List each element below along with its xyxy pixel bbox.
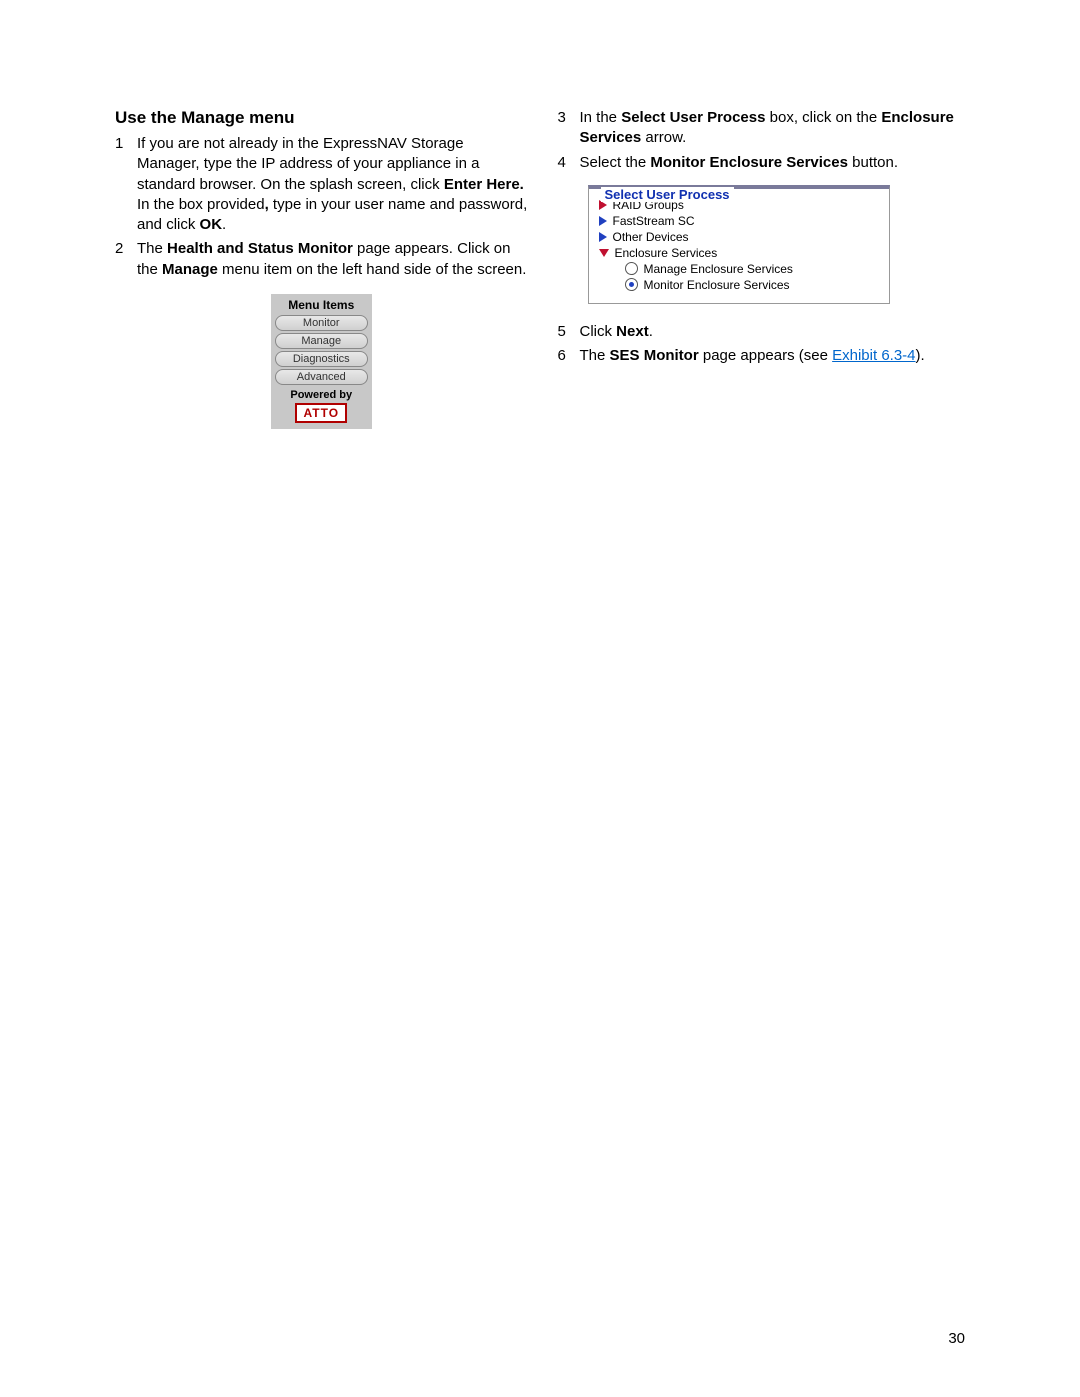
- step-text: Click Next.: [580, 322, 971, 342]
- radio-label: Monitor Enclosure Services: [644, 278, 790, 292]
- text: .: [649, 323, 653, 340]
- page-body: Use the Manage menu 1 If you are not alr…: [0, 0, 1080, 429]
- step-number: 3: [558, 108, 580, 149]
- select-user-process-figure: Select User Process RAID Groups FastStre…: [588, 185, 890, 304]
- step-5: 5 Click Next.: [558, 322, 971, 342]
- menu-item-advanced[interactable]: Advanced: [275, 369, 368, 385]
- steps-right-a: 3 In the Select User Process box, click …: [558, 108, 971, 173]
- bold-text: Enter Here.: [444, 176, 524, 193]
- menu-items-header: Menu Items: [274, 298, 369, 312]
- text: menu item on the left hand side of the s…: [218, 261, 527, 278]
- step-3: 3 In the Select User Process box, click …: [558, 108, 971, 149]
- step-number: 5: [558, 322, 580, 342]
- text: arrow.: [641, 129, 686, 146]
- bold-text: Health and Status Monitor: [167, 240, 353, 257]
- text: button.: [848, 154, 898, 171]
- text: Click: [580, 323, 617, 340]
- step-text: In the Select User Process box, click on…: [580, 108, 971, 149]
- menu-items-figure: Menu Items Monitor Manage Diagnostics Ad…: [271, 294, 372, 429]
- step-2: 2 The Health and Status Monitor page app…: [115, 239, 528, 280]
- text: page appears (see: [699, 347, 832, 364]
- bold-text: Manage: [162, 261, 218, 278]
- text: In the box provided: [137, 196, 265, 213]
- tree-label: Other Devices: [613, 230, 689, 244]
- page-number: 30: [948, 1330, 965, 1347]
- tree-item-faststream[interactable]: FastStream SC: [599, 213, 879, 229]
- atto-logo: ATTO: [295, 403, 347, 423]
- menu-item-monitor[interactable]: Monitor: [275, 315, 368, 331]
- tree-label: FastStream SC: [613, 214, 695, 228]
- step-text: The SES Monitor page appears (see Exhibi…: [580, 346, 971, 366]
- step-text: If you are not already in the ExpressNAV…: [137, 134, 528, 235]
- exhibit-link[interactable]: Exhibit 6.3-4: [832, 347, 915, 364]
- radio-selected-icon: [625, 278, 638, 291]
- step-text: The Health and Status Monitor page appea…: [137, 239, 528, 280]
- powered-by-label: Powered by: [274, 389, 369, 401]
- text: The: [580, 347, 610, 364]
- bold-text: SES Monitor: [610, 347, 699, 364]
- text: ).: [916, 347, 925, 364]
- radio-label: Manage Enclosure Services: [644, 262, 793, 276]
- text: In the: [580, 109, 622, 126]
- tree-item-enclosure-services[interactable]: Enclosure Services: [599, 245, 879, 261]
- menu-item-manage[interactable]: Manage: [275, 333, 368, 349]
- menu-item-diagnostics[interactable]: Diagnostics: [275, 351, 368, 367]
- step-6: 6 The SES Monitor page appears (see Exhi…: [558, 346, 971, 366]
- tree-label: Enclosure Services: [615, 246, 718, 260]
- step-number: 6: [558, 346, 580, 366]
- bold-text: Next: [616, 323, 649, 340]
- text: If you are not already in the ExpressNAV…: [137, 135, 479, 193]
- arrow-down-icon: [599, 249, 609, 257]
- radio-manage-enclosure[interactable]: Manage Enclosure Services: [599, 261, 879, 277]
- bold-text: Select User Process: [621, 109, 765, 126]
- bold-text: OK: [200, 216, 223, 233]
- left-column: Use the Manage menu 1 If you are not alr…: [115, 108, 528, 429]
- section-heading: Use the Manage menu: [115, 108, 528, 128]
- fieldset-legend: Select User Process: [601, 187, 734, 202]
- text: box, click on the: [765, 109, 881, 126]
- bold-text: Monitor Enclosure Services: [650, 154, 848, 171]
- arrow-right-icon: [599, 216, 607, 226]
- text: .: [222, 216, 226, 233]
- step-4: 4 Select the Monitor Enclosure Services …: [558, 153, 971, 173]
- step-text: Select the Monitor Enclosure Services bu…: [580, 153, 971, 173]
- step-1: 1 If you are not already in the ExpressN…: [115, 134, 528, 235]
- radio-icon: [625, 262, 638, 275]
- step-number: 1: [115, 134, 137, 235]
- step-number: 2: [115, 239, 137, 280]
- right-column: 3 In the Select User Process box, click …: [558, 108, 971, 429]
- tree-item-other-devices[interactable]: Other Devices: [599, 229, 879, 245]
- arrow-right-icon: [599, 232, 607, 242]
- steps-left: 1 If you are not already in the ExpressN…: [115, 134, 528, 280]
- text: Select the: [580, 154, 651, 171]
- steps-right-b: 5 Click Next. 6 The SES Monitor page app…: [558, 322, 971, 367]
- radio-monitor-enclosure[interactable]: Monitor Enclosure Services: [599, 277, 879, 293]
- step-number: 4: [558, 153, 580, 173]
- text: The: [137, 240, 167, 257]
